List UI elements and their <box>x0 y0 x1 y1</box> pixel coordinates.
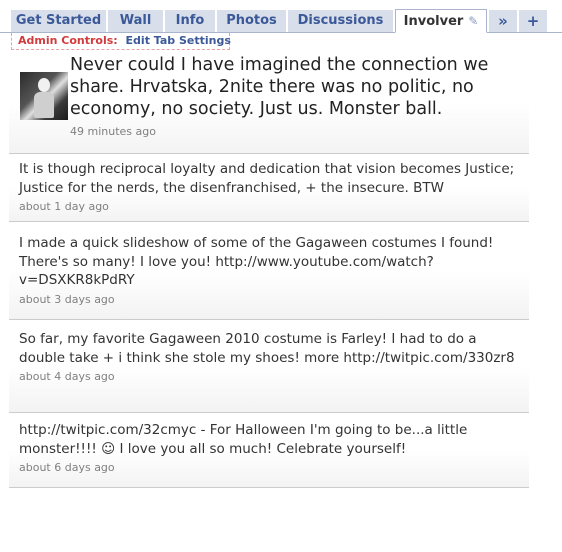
post-item: So far, my favorite Gagaween 2010 costum… <box>9 320 529 413</box>
post-timestamp: about 4 days ago <box>19 370 115 383</box>
post-timestamp: about 6 days ago <box>19 461 115 474</box>
tab-wall[interactable]: Wall <box>108 10 163 32</box>
tab-info[interactable]: Info <box>165 10 215 32</box>
tab-photos[interactable]: Photos <box>217 10 286 32</box>
featured-post: Never could I have imagined the connecti… <box>9 54 529 154</box>
add-tab-button[interactable]: + <box>519 10 547 32</box>
feed: Never could I have imagined the connecti… <box>9 54 529 488</box>
post-timestamp: about 3 days ago <box>19 292 115 306</box>
post-text: I made a quick slideshow of some of the … <box>19 235 494 288</box>
tab-label: Discussions <box>297 13 384 28</box>
post-text: So far, my favorite Gagaween 2010 costum… <box>19 331 515 366</box>
admin-controls-label: Admin Controls: <box>18 34 118 47</box>
more-tabs-button[interactable]: » <box>489 10 517 32</box>
tab-label: Get Started <box>15 13 102 28</box>
tab-bar: Get Started Wall Info Photos Discussions… <box>0 0 562 33</box>
post-text: It is though reciprocal loyalty and dedi… <box>19 161 515 196</box>
post-item: I made a quick slideshow of some of the … <box>9 222 529 320</box>
post-item: http://twitpic.com/32cmyc - For Hallowee… <box>9 413 529 488</box>
post-item: It is though reciprocal loyalty and dedi… <box>9 154 529 222</box>
tab-label: Involver <box>403 14 464 29</box>
pencil-icon[interactable]: ✎ <box>468 10 478 32</box>
tab-get-started[interactable]: Get Started <box>11 10 106 32</box>
tab-label: Wall <box>119 13 152 28</box>
tab-label: Info <box>175 13 205 28</box>
avatar[interactable] <box>20 72 68 120</box>
post-timestamp: about 1 day ago <box>19 200 109 213</box>
featured-post-timestamp: 49 minutes ago <box>70 125 156 138</box>
featured-post-text: Never could I have imagined the connecti… <box>70 55 489 119</box>
admin-controls: Admin Controls: Edit Tab Settings <box>11 33 231 50</box>
tab-involver[interactable]: Involver ✎ <box>395 9 487 33</box>
tab-label: Photos <box>226 13 277 28</box>
post-text: http://twitpic.com/32cmyc - For Hallowee… <box>19 422 468 457</box>
edit-tab-settings-link[interactable]: Edit Tab Settings <box>126 34 231 47</box>
tab-discussions[interactable]: Discussions <box>288 10 393 32</box>
plus-icon: + <box>526 12 540 30</box>
double-chevron-right-icon: » <box>498 12 508 30</box>
